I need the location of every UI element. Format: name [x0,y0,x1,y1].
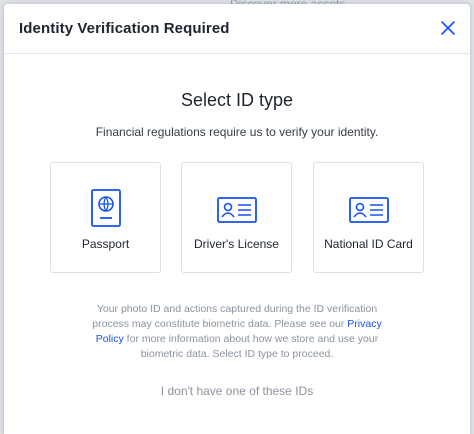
passport-icon [51,189,160,227]
id-verification-modal: Identity Verification Required Select ID… [4,4,470,434]
modal-header: Identity Verification Required [4,4,470,54]
passport-label: Passport [81,237,130,251]
select-id-heading: Select ID type [180,90,294,110]
national-id-label: National ID Card [324,237,413,251]
biometric-notice: Your photo ID and actions captured durin… [84,302,390,362]
id-card-icon [182,197,291,223]
drivers-license-option-card[interactable]: Driver's License [181,162,292,273]
passport-option-card[interactable]: Passport [50,162,161,273]
modal-title: Identity Verification Required [19,20,230,37]
notice-text-after: for more information about how we store … [123,333,379,360]
id-card-icon [314,197,423,223]
close-icon [441,21,455,35]
notice-text-before: Your photo ID and actions captured durin… [92,303,378,330]
national-id-option-card[interactable]: National ID Card [313,162,424,273]
no-id-link[interactable]: I don't have one of these IDs [4,384,470,398]
regulation-subheading: Financial regulations require us to veri… [95,125,379,139]
close-button[interactable] [440,20,456,36]
drivers-license-label: Driver's License [194,237,279,251]
